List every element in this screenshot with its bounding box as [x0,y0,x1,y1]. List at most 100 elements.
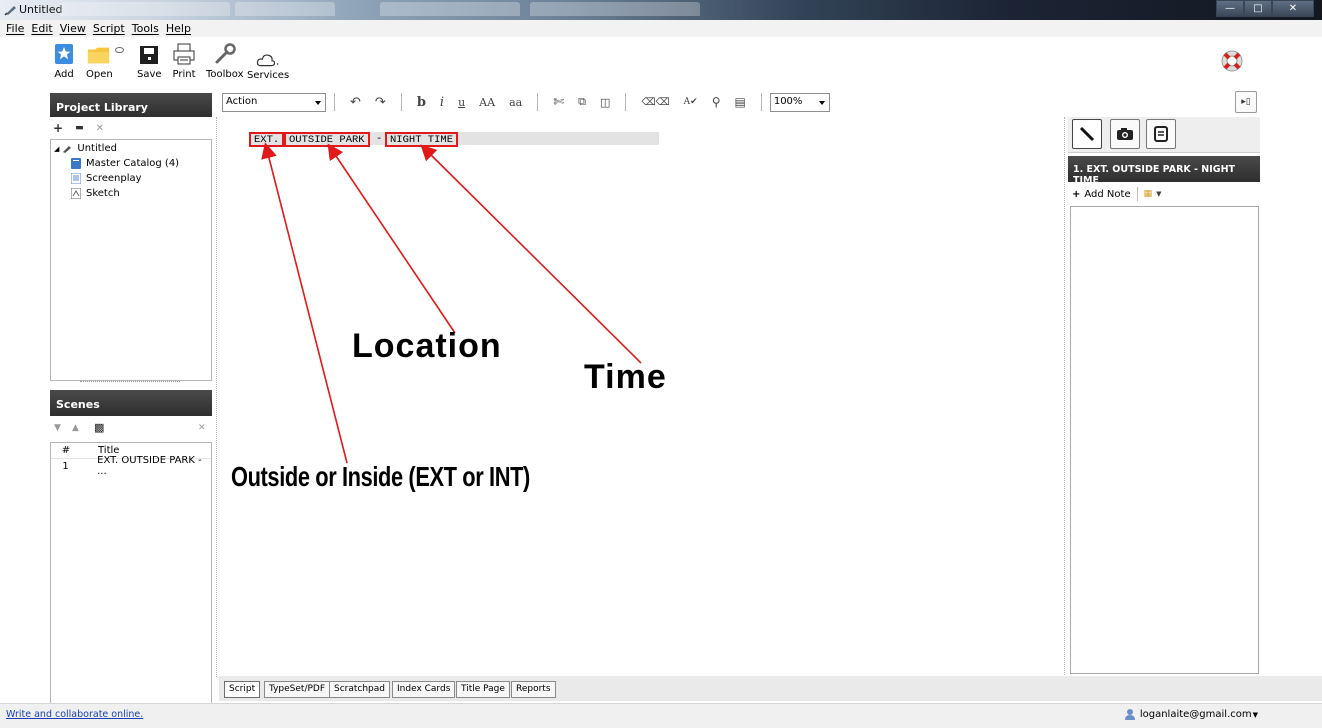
undo-icon[interactable]: ↶ [350,95,361,110]
wrench-icon [213,41,237,65]
tab-script[interactable]: Script [224,681,261,698]
browser-tab[interactable] [235,2,335,16]
italic-icon[interactable]: i [440,95,444,110]
right-splitter[interactable] [1064,117,1065,677]
catalog-icon [71,158,81,169]
notes-tools: + Add Note ▦ ▼ [1070,185,1260,203]
print-button[interactable]: Print [172,41,196,80]
tab-index-cards[interactable]: Index Cards [392,681,456,698]
collapse-panel-button[interactable]: ▸▯ [1235,91,1257,113]
add-note-icon[interactable]: + [1072,189,1080,200]
cloud-small-icon [115,47,124,53]
scene-number: 1 [62,460,69,472]
remove-icon[interactable]: ✕ [96,123,104,134]
copy-icon[interactable]: ⧉ [578,95,586,109]
slug-time[interactable]: NIGHT TIME [385,132,459,147]
scenes-tools: ▼ ▲ ▩ ✕ [50,420,214,436]
menu-view[interactable]: View [58,20,89,37]
services-label: Services [247,70,290,81]
menu-file[interactable]: File [4,20,27,37]
tab-index-card[interactable] [1146,119,1176,149]
element-type-select[interactable]: Action [222,92,326,112]
add-button[interactable]: Add [52,41,76,80]
paste-icon[interactable]: ◫ [600,96,610,109]
toolbox-label: Toolbox [206,69,244,80]
main-toolbar: Add Open Save Print Toolbox Services [0,37,1322,87]
menu-help[interactable]: Help [164,20,194,37]
uppercase-icon[interactable]: AA [479,96,495,109]
chevron-down-icon[interactable]: ▼ [1156,190,1161,198]
menu-tools[interactable]: Tools [130,20,162,37]
lowercase-icon[interactable]: aa [509,96,522,109]
help-lifebuoy-icon[interactable] [1220,49,1244,73]
printer-icon [172,41,196,65]
collaborate-link[interactable]: Write and collaborate online. [6,709,143,720]
note-color-icon[interactable]: ▦ [1144,189,1153,199]
spellcheck-icon[interactable]: A✔ [684,97,698,107]
tree-item-master-catalog[interactable]: Master Catalog (4) [71,158,179,169]
column-number[interactable]: # [51,445,81,456]
tab-images[interactable] [1110,119,1140,149]
move-up-icon[interactable]: ▲ [72,423,79,433]
redo-icon[interactable]: ↷ [375,95,386,110]
browser-tab[interactable] [530,2,700,16]
add-icon[interactable]: + [53,121,63,135]
zoom-select[interactable]: 100% [769,92,830,112]
scene-remove-icon[interactable]: ✕ [198,423,206,433]
browser-tab[interactable] [380,2,520,16]
format-toolbar: Action ↶ ↷ b i u AA aa ✄ ⧉ ◫ ⌫⌫ A✔ ⚲ ▤ 1… [222,91,842,113]
underline-icon[interactable]: u [458,96,465,109]
tab-reports[interactable]: Reports [511,681,556,698]
tab-notes[interactable] [1072,119,1102,149]
tab-scratchpad[interactable]: Scratchpad [329,681,390,698]
open-dropdown-button[interactable] [115,47,124,53]
library-tree: ◢ Untitled Master Catalog (4) Screenplay… [50,139,212,381]
screenplay-icon [71,173,81,184]
open-button[interactable]: Open [86,41,113,80]
toolbox-button[interactable]: Toolbox [206,41,244,80]
menu-edit[interactable]: Edit [29,20,55,37]
scene-add-icon[interactable]: ▩ [94,421,104,434]
expand-icon[interactable]: ◢ [54,145,59,153]
notes-panel-tabs [1068,117,1260,153]
move-down-icon[interactable]: ▼ [54,423,61,433]
slug-int-ext[interactable]: EXT. [249,132,285,147]
cut-icon[interactable]: ✄ [553,95,564,110]
maximize-button[interactable]: □ [1244,0,1272,17]
menu-bar: File Edit View Script Tools Help [0,20,1322,37]
left-splitter[interactable] [216,117,217,677]
user-account[interactable]: loganlaite@gmail.com ▼ [1124,708,1258,721]
browser-tab[interactable] [60,2,230,16]
menu-script[interactable]: Script [91,20,128,37]
tree-root[interactable]: ◢ Untitled [54,143,117,154]
minimize-button[interactable]: — [1216,0,1244,17]
app-window: Untitled — □ ✕ File Edit View Script Too… [0,0,1322,728]
close-button[interactable]: ✕ [1272,0,1314,17]
open-label: Open [86,69,113,80]
folder-icon [87,41,111,65]
tree-item-screenplay[interactable]: Screenplay [71,173,142,184]
scene-title: EXT. OUTSIDE PARK - ... [97,455,202,477]
tab-typeset-pdf[interactable]: TypeSet/PDF [264,681,331,698]
folder-small-icon[interactable]: ▬ [75,123,84,133]
bold-icon[interactable]: b [417,95,426,110]
add-note-button[interactable]: Add Note [1084,189,1130,200]
tree-root-label: Untitled [77,143,117,154]
notes-icon[interactable]: ⌫⌫ [641,97,669,108]
save-button[interactable]: Save [137,41,162,80]
table-row[interactable]: 1 EXT. OUTSIDE PARK - ... [51,455,211,477]
divider [537,93,539,111]
add-label: Add [54,69,74,80]
tree-item-label: Screenplay [86,173,142,184]
tab-title-page[interactable]: Title Page [456,681,510,698]
slug-location[interactable]: OUTSIDE PARK [284,132,370,147]
title-bar: Untitled — □ ✕ [0,0,1322,20]
services-button[interactable]: Services [247,45,289,81]
tree-item-sketch[interactable]: Sketch [71,188,120,199]
lock-icon[interactable]: ▤ [734,95,745,109]
find-icon[interactable]: ⚲ [712,95,721,109]
divider [334,93,335,111]
cloud-icon [256,45,280,69]
library-splitter[interactable] [80,381,180,387]
notes-area[interactable] [1070,206,1259,674]
